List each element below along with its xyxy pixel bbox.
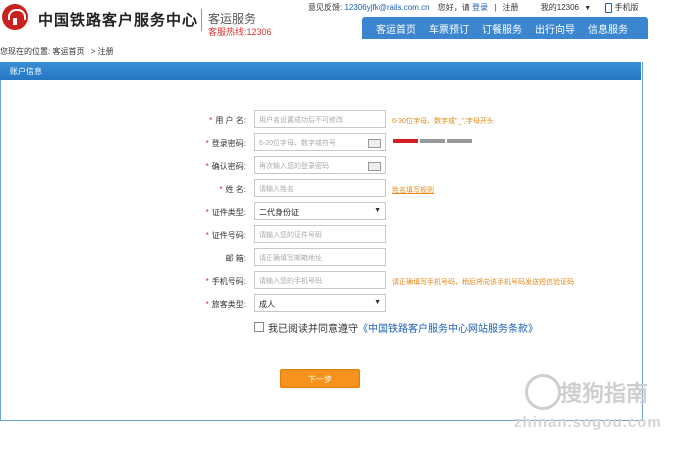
name-label: * 姓 名: (219, 185, 246, 194)
service-hotline: 客服热线:12306 (208, 27, 272, 37)
keyboard-icon[interactable] (368, 139, 381, 148)
railway-logo-icon[interactable] (2, 4, 28, 30)
email-input[interactable]: 请正确填写邮箱地址 (254, 248, 386, 266)
link-separator: | (494, 3, 497, 12)
required-mark: * (205, 300, 209, 309)
password-strength-medium (420, 139, 445, 143)
brand-title: 中国铁路客户服务中心 (38, 11, 199, 29)
nav-item-info-service[interactable]: 信息服务 (588, 21, 628, 36)
agree-terms-checkbox[interactable] (254, 322, 264, 332)
required-mark: * (205, 277, 209, 286)
watermark-logo-icon (525, 374, 561, 410)
id-number-label: * 证件号码: (205, 231, 246, 240)
id-number-input[interactable]: 请输入您的证件号码 (254, 225, 386, 243)
required-mark: * (205, 162, 209, 171)
keyboard-icon[interactable] (368, 162, 381, 171)
panel-title: 账户信息 (10, 67, 42, 76)
password-strength-weak (393, 139, 418, 143)
breadcrumb-prefix: 您现在的位置: (0, 47, 51, 56)
greeting-text: 您好，请 (437, 3, 470, 12)
phone-label: * 手机号码: (205, 277, 246, 286)
next-step-button[interactable]: 下一步 (280, 369, 360, 388)
nav-item-meal-order[interactable]: 订餐服务 (482, 21, 522, 36)
required-mark: * (205, 231, 209, 240)
name-rules-link[interactable]: 姓名填写规则 (392, 185, 434, 195)
id-type-select[interactable]: 二代身份证 ▼ (254, 202, 386, 220)
passenger-type-select[interactable]: 成人 ▼ (254, 294, 386, 312)
required-mark: * (205, 139, 209, 148)
phone-input[interactable]: 请输入您的手机号码 (254, 271, 386, 289)
id-type-label: * 证件类型: (205, 208, 246, 217)
register-link[interactable]: 注册 (503, 3, 519, 12)
password-label: * 登录密码: (205, 139, 246, 148)
my12306-menu[interactable]: 我的12306 (541, 3, 579, 12)
dropdown-arrow-icon: ▼ (374, 299, 381, 306)
username-input[interactable]: 用户名设置成功后不可修改 (254, 110, 386, 128)
feedback-label: 意见反馈: (308, 3, 343, 12)
breadcrumb-home-link[interactable]: 客运首页 (52, 47, 84, 56)
watermark-url: zhinan.sogou.com (514, 414, 662, 431)
breadcrumb: 您现在的位置: 客运首页 > 注册 (0, 46, 114, 57)
passenger-type-label: * 旅客类型: (205, 300, 246, 309)
confirm-password-label: * 确认密码: (205, 162, 246, 171)
brand-divider (201, 9, 202, 31)
dropdown-arrow-icon: ▼ (374, 207, 381, 214)
password-input[interactable]: 6-20位字母、数字或符号 (254, 133, 386, 151)
chevron-down-icon[interactable]: ▼ (584, 5, 591, 12)
mobile-version-link[interactable]: 手机版 (615, 3, 639, 12)
required-mark: * (205, 208, 209, 217)
nav-item-travel-guide[interactable]: 出行向导 (535, 21, 575, 36)
breadcrumb-current: > 注册 (90, 47, 114, 56)
required-mark: * (219, 185, 223, 194)
agree-terms-text: 我已阅读并同意遵守《中国铁路客户服务中心网站服务条款》 (268, 324, 538, 335)
username-label: * 用 户 名: (209, 116, 246, 125)
feedback-email-link[interactable]: 12306yjfk@rails.com.cn (344, 3, 429, 12)
name-input[interactable]: 请输入姓名 (254, 179, 386, 197)
terms-of-service-link[interactable]: 《中国铁路客户服务中心网站服务条款》 (358, 324, 538, 335)
mobile-phone-icon (605, 2, 613, 13)
main-nav: 客运首页 车票预订 订餐服务 出行向导 信息服务 (362, 17, 648, 39)
required-mark: * (209, 116, 213, 125)
email-label: 邮 箱: (225, 254, 246, 263)
phone-hint: 请正确填写手机号码，稍后将向该手机号码发送短信验证码 (392, 279, 574, 286)
nav-item-home[interactable]: 客运首页 (376, 21, 416, 36)
login-link[interactable]: 登录 (472, 3, 488, 12)
panel-header (0, 62, 641, 80)
nav-item-ticket-booking[interactable]: 车票预订 (429, 21, 469, 36)
username-hint: 6-30位字母、数字或"_",字母开头 (392, 118, 494, 125)
confirm-password-input[interactable]: 再次输入您的登录密码 (254, 156, 386, 174)
top-utility-bar: 意见反馈: 12306yjfk@rails.com.cn 您好，请 登录 | 注… (308, 2, 639, 13)
password-strength-strong (447, 139, 472, 143)
watermark-text: 搜狗指南 (560, 381, 649, 406)
